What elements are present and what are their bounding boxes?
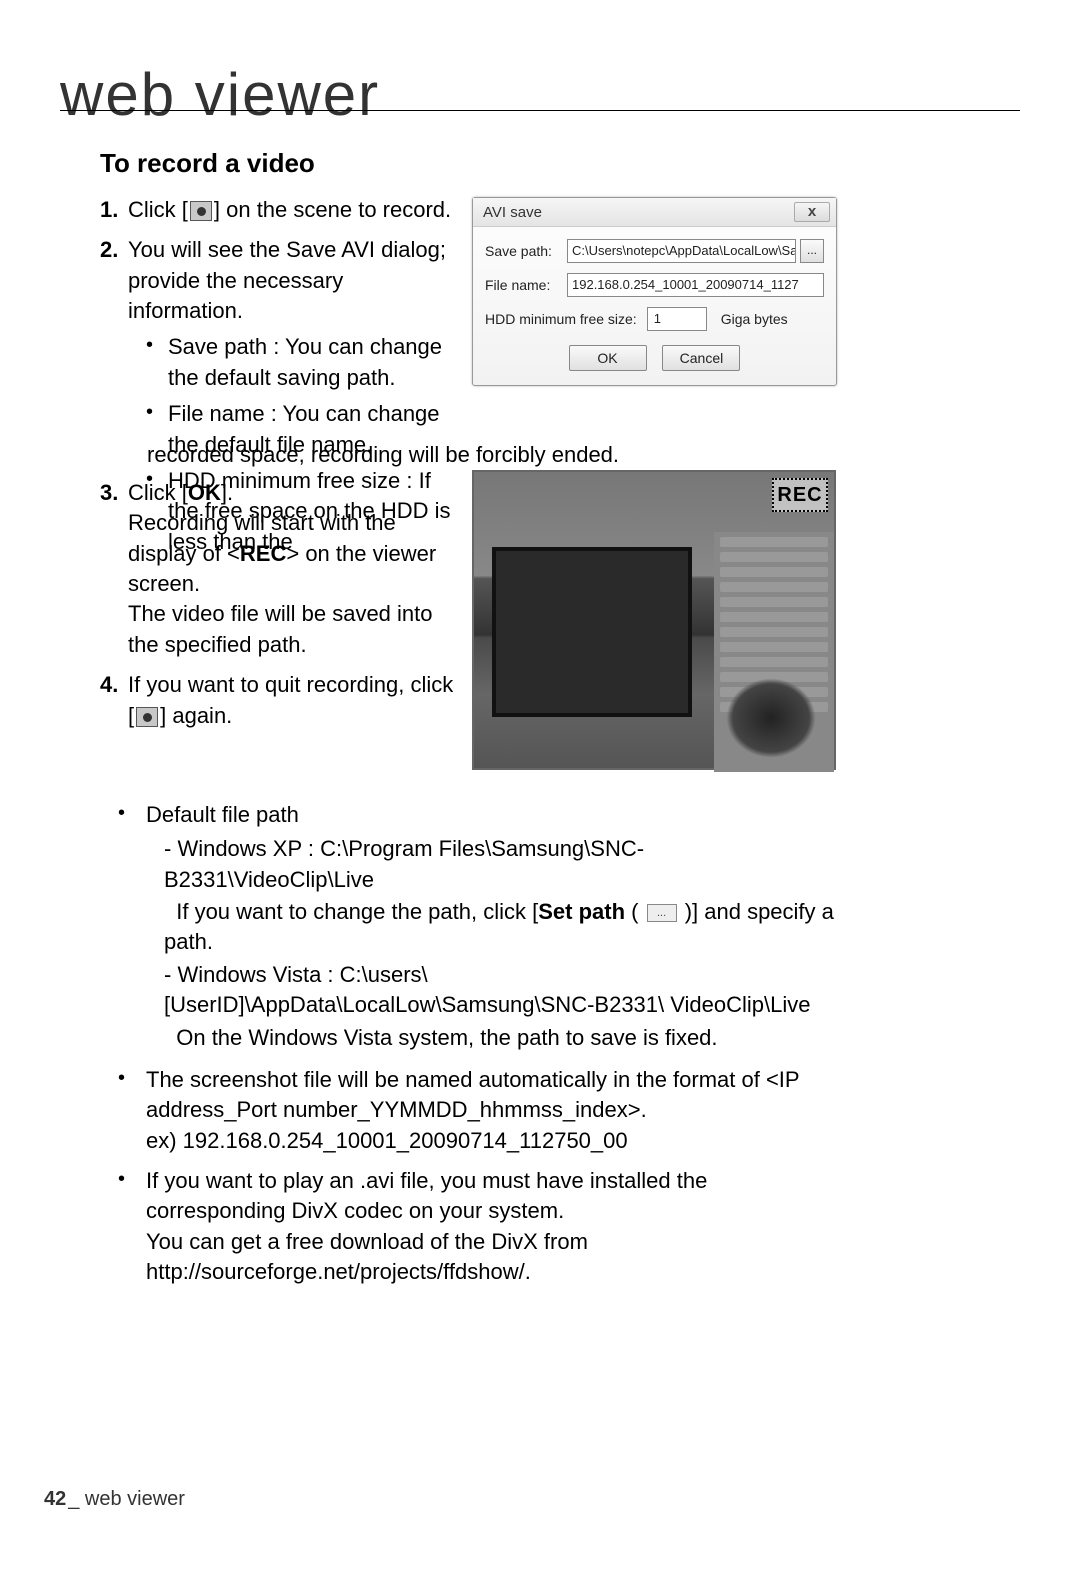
- codec-line2: You can get a free download of the DivX …: [146, 1229, 588, 1284]
- text: The video file will be saved into the sp…: [128, 601, 433, 656]
- naming-line1: The screenshot file will be named automa…: [146, 1067, 799, 1122]
- save-path-input[interactable]: C:\Users\notepc\AppData\LocalLow\Sam: [567, 239, 796, 263]
- xp-change: If you want to change the path, click [S…: [164, 897, 838, 958]
- xp-path: - Windows XP : C:\Program Files\Samsung\…: [164, 834, 838, 895]
- step-num: 1.: [100, 195, 128, 225]
- dialog-title: AVI save: [483, 204, 542, 221]
- section-heading: To record a video: [100, 148, 315, 179]
- step-num: 3.: [100, 478, 128, 660]
- record-icon: [190, 201, 212, 221]
- dialog-titlebar: AVI save x: [473, 198, 836, 227]
- window-graphic: [492, 547, 692, 717]
- step-3-content: Click [OK]. Recording will start with th…: [128, 478, 460, 660]
- file-name-label: File name:: [485, 277, 567, 293]
- hdd-overflow-line: recorded space, recording will be forcib…: [147, 440, 847, 470]
- save-path-label: Save path:: [485, 243, 567, 259]
- text: ] on the scene to record.: [214, 197, 451, 222]
- instruction-list-34: 3. Click [OK]. Recording will start with…: [100, 478, 460, 731]
- hdd-size-input[interactable]: 1: [647, 307, 707, 331]
- step-num: 4.: [100, 670, 128, 731]
- bullet-dot: •: [118, 1166, 146, 1287]
- ok-bold: OK: [188, 480, 221, 505]
- cancel-button[interactable]: Cancel: [662, 345, 740, 371]
- step-4-content: If you want to quit recording, click [] …: [128, 670, 460, 731]
- hdd-unit: Giga bytes: [721, 311, 788, 327]
- footer-label: _ web viewer: [68, 1488, 185, 1510]
- text: Click [: [128, 197, 188, 222]
- hdd-label: HDD minimum free size:: [485, 311, 637, 327]
- rec-bold: REC: [240, 541, 286, 566]
- page-number: 42: [44, 1488, 66, 1510]
- text: You will see the Save AVI dialog; provid…: [128, 237, 446, 323]
- bullet-dot: •: [118, 800, 146, 1055]
- set-path-icon: ...: [647, 904, 677, 922]
- avi-save-dialog: AVI save x Save path: C:\Users\notepc\Ap…: [472, 197, 837, 386]
- sub-a: Save path : You can change the default s…: [168, 332, 460, 393]
- rec-indicator: REC: [772, 478, 828, 512]
- step-1-content: Click [ ] on the scene to record.: [128, 195, 460, 225]
- page-footer: 42_ web viewer: [44, 1488, 185, 1511]
- text: On the Windows Vista system, the path to…: [176, 1025, 717, 1050]
- ok-button[interactable]: OK: [569, 345, 647, 371]
- text: If you want to change the path, click [: [176, 899, 538, 924]
- bullet-dot: •: [146, 332, 168, 393]
- set-path-bold: Set path: [538, 899, 625, 924]
- lower-bullets: • Default file path - Windows XP : C:\Pr…: [118, 800, 838, 1297]
- record-icon: [136, 707, 158, 727]
- default-path-title: Default file path: [146, 802, 299, 827]
- plant-graphic: [726, 678, 816, 758]
- title-rule: [60, 110, 1020, 111]
- file-name-input[interactable]: 192.168.0.254_10001_20090714_1127: [567, 273, 824, 297]
- dialog-close-button[interactable]: x: [794, 202, 830, 222]
- vista-path: - Windows Vista : C:\users\[UserID]\AppD…: [164, 960, 838, 1021]
- browse-button[interactable]: ...: [800, 239, 824, 263]
- codec-line1: If you want to play an .avi file, you mu…: [146, 1168, 707, 1223]
- text: ] again.: [160, 703, 232, 728]
- naming-example: ex) 192.168.0.254_10001_20090714_112750_…: [146, 1128, 628, 1153]
- text: Click [: [128, 480, 188, 505]
- vista-note: On the Windows Vista system, the path to…: [164, 1023, 838, 1053]
- viewer-preview: REC: [472, 470, 836, 770]
- bullet-dot: •: [118, 1065, 146, 1156]
- text: (: [625, 899, 645, 924]
- text: ].: [221, 480, 233, 505]
- page-title: web viewer: [60, 60, 380, 129]
